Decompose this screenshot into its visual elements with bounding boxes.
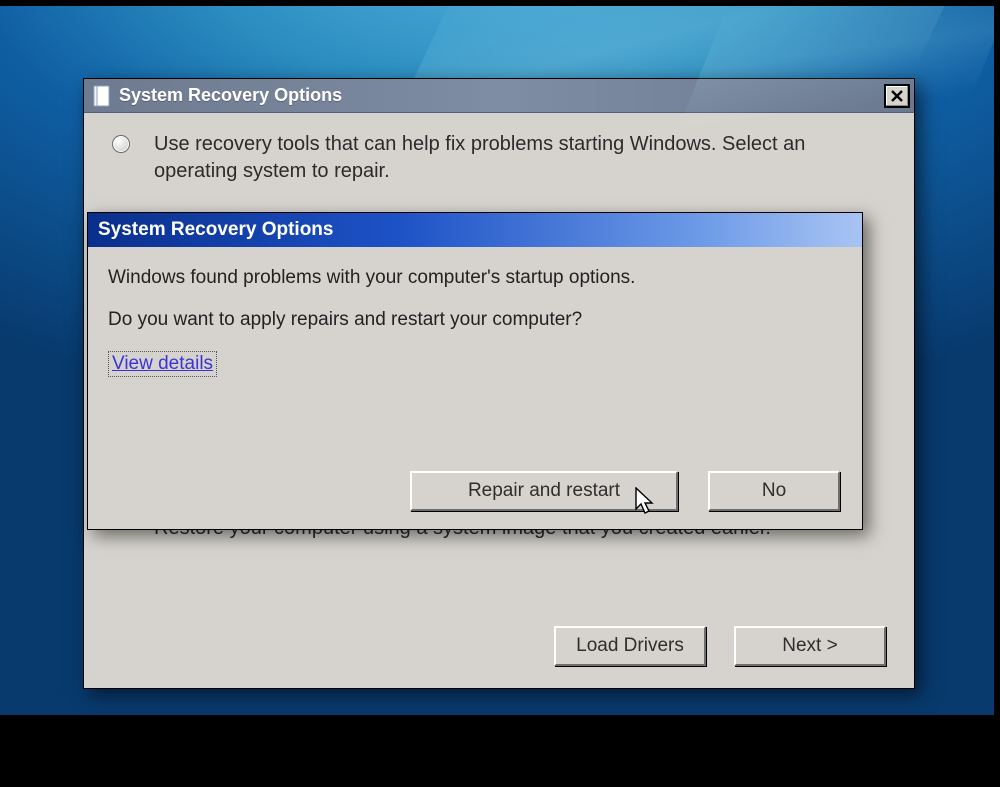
frame-edge (0, 0, 1000, 6)
frame-edge (0, 715, 1000, 787)
startup-repair-dialog: System Recovery Options Windows found pr… (87, 212, 863, 530)
view-details-link[interactable]: View details (108, 351, 217, 377)
dialog-message-line1: Windows found problems with your compute… (108, 267, 842, 289)
radio-icon[interactable] (112, 135, 130, 153)
dialog-titlebar[interactable]: System Recovery Options (88, 213, 862, 247)
button-label: Load Drivers (576, 635, 684, 657)
no-button[interactable]: No (708, 471, 840, 511)
button-label: No (762, 480, 786, 502)
next-button[interactable]: Next > (734, 626, 886, 666)
load-drivers-button[interactable]: Load Drivers (554, 626, 706, 666)
close-button[interactable] (884, 84, 910, 108)
option-label: Use recovery tools that can help fix pro… (154, 131, 892, 185)
dialog-title: System Recovery Options (98, 219, 333, 241)
window-title: System Recovery Options (119, 85, 884, 106)
dialog-message-line2: Do you want to apply repairs and restart… (108, 309, 842, 331)
app-icon (92, 85, 112, 107)
repair-and-restart-button[interactable]: Repair and restart (410, 471, 678, 511)
option-use-recovery-tools[interactable]: Use recovery tools that can help fix pro… (112, 131, 892, 185)
titlebar[interactable]: System Recovery Options (84, 79, 914, 113)
button-label: Repair and restart (468, 480, 620, 502)
frame-edge (994, 0, 1000, 787)
button-label: Next > (782, 635, 837, 657)
